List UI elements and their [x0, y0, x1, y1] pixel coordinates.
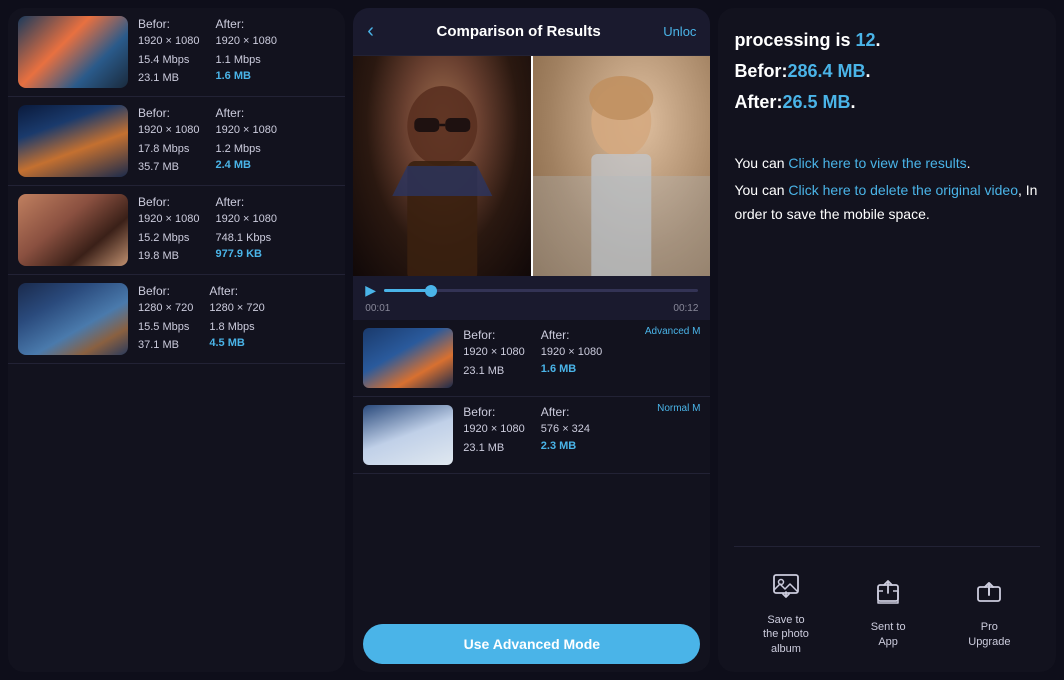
- sent-to-app-button[interactable]: Sent toApp: [866, 570, 910, 649]
- save-photo-label: Save tothe photoalbum: [763, 613, 809, 656]
- preview-left-half: [353, 56, 532, 276]
- view-results-link[interactable]: Click here to view the results: [788, 155, 966, 171]
- play-button[interactable]: ▶: [365, 282, 376, 299]
- after-col-2: After: 1920 × 1080 748.1 Kbps 977.9 KB: [215, 195, 276, 265]
- right-actions: Save tothe photoalbum Sent toApp ProUpgr…: [734, 546, 1040, 656]
- pro-upgrade-icon: [967, 570, 1011, 614]
- comp-before-1: Befor: 1920 × 1080 23.1 MB: [463, 405, 524, 465]
- comp-meta-1: Befor: 1920 × 1080 23.1 MB After: 576 × …: [463, 405, 590, 465]
- before-col-1: Befor: 1920 × 1080 17.8 Mbps 35.7 MB: [138, 106, 199, 176]
- after-col-0: After: 1920 × 1080 1.1 Mbps 1.6 MB: [215, 17, 276, 87]
- delete-video-text: You can Click here to delete the origina…: [734, 179, 1040, 227]
- comparison-item-1[interactable]: Befor: 1920 × 1080 23.1 MB After: 576 × …: [353, 397, 710, 474]
- before-col-0: Befor: 1920 × 1080 15.4 Mbps 23.1 MB: [138, 17, 199, 87]
- after-stat: After:26.5 MB.: [734, 90, 1040, 115]
- progress-track[interactable]: [384, 289, 698, 292]
- use-advanced-button[interactable]: Use Advanced Mode: [363, 624, 700, 664]
- preview-right-half: [532, 56, 711, 276]
- mid-header: ‹ Comparison of Results Unloc: [353, 8, 710, 56]
- video-thumb-1: [18, 105, 128, 177]
- comp-before-0: Befor: 1920 × 1080 23.1 MB: [463, 328, 524, 388]
- right-content: processing is 12. Befor:286.4 MB. After:…: [734, 28, 1040, 530]
- delete-video-link[interactable]: Click here to delete the original video: [788, 182, 1018, 198]
- sent-to-app-label: Sent toApp: [871, 620, 906, 649]
- comparison-list: Befor: 1920 × 1080 23.1 MB After: 1920 ×…: [353, 320, 710, 616]
- comp-mode-label-1: Normal M: [657, 403, 700, 414]
- before-col-2: Befor: 1920 × 1080 15.2 Mbps 19.8 MB: [138, 195, 199, 265]
- comp-mode-label-0: Advanced M: [645, 326, 701, 337]
- middle-panel: ‹ Comparison of Results Unloc: [353, 8, 710, 672]
- unlock-button[interactable]: Unloc: [663, 24, 696, 39]
- video-item-2[interactable]: Befor: 1920 × 1080 15.2 Mbps 19.8 MB Aft…: [8, 186, 345, 275]
- share-icon: [866, 570, 910, 614]
- comparison-item-0[interactable]: Befor: 1920 × 1080 23.1 MB After: 1920 ×…: [353, 320, 710, 397]
- pro-upgrade-label: ProUpgrade: [968, 620, 1010, 649]
- left-panel: Befor: 1920 × 1080 15.4 Mbps 23.1 MB Aft…: [8, 8, 345, 672]
- video-thumb-2: [18, 194, 128, 266]
- back-button[interactable]: ‹: [367, 20, 374, 43]
- after-col-3: After: 1280 × 720 1.8 Mbps 4.5 MB: [209, 284, 264, 354]
- video-preview: [353, 56, 710, 276]
- pro-upgrade-button[interactable]: ProUpgrade: [967, 570, 1011, 649]
- comp-after-1: After: 576 × 324 2.3 MB: [541, 405, 590, 465]
- time-start: 00:01: [365, 303, 390, 314]
- right-panel: processing is 12. Befor:286.4 MB. After:…: [718, 8, 1056, 672]
- video-item-3[interactable]: Befor: 1280 × 720 15.5 Mbps 37.1 MB Afte…: [8, 275, 345, 364]
- progress-fill: [384, 289, 431, 292]
- before-col-3: Befor: 1280 × 720 15.5 Mbps 37.1 MB: [138, 284, 193, 354]
- video-item-1[interactable]: Befor: 1920 × 1080 17.8 Mbps 35.7 MB Aft…: [8, 97, 345, 186]
- comp-meta-0: Befor: 1920 × 1080 23.1 MB After: 1920 ×…: [463, 328, 602, 388]
- video-meta-3: Befor: 1280 × 720 15.5 Mbps 37.1 MB Afte…: [138, 284, 335, 354]
- video-thumb-0: [18, 16, 128, 88]
- comparison-title: Comparison of Results: [384, 23, 653, 40]
- split-divider: [531, 56, 533, 276]
- time-end: 00:12: [673, 303, 698, 314]
- processing-stat: processing is 12.: [734, 28, 1040, 53]
- save-photo-icon: [764, 563, 808, 607]
- play-controls: ▶ 00:01 00:12: [353, 276, 710, 320]
- comp-thumb-1: [363, 405, 453, 465]
- video-meta-0: Befor: 1920 × 1080 15.4 Mbps 23.1 MB Aft…: [138, 17, 335, 87]
- progress-thumb: [425, 285, 437, 297]
- video-meta-1: Befor: 1920 × 1080 17.8 Mbps 35.7 MB Aft…: [138, 106, 335, 176]
- comp-after-0: After: 1920 × 1080 1.6 MB: [541, 328, 602, 388]
- view-results-text: You can Click here to view the results.: [734, 152, 1040, 176]
- video-thumb-3: [18, 283, 128, 355]
- comp-thumb-0: [363, 328, 453, 388]
- after-col-1: After: 1920 × 1080 1.2 Mbps 2.4 MB: [215, 106, 276, 176]
- video-meta-2: Befor: 1920 × 1080 15.2 Mbps 19.8 MB Aft…: [138, 195, 335, 265]
- video-item-0[interactable]: Befor: 1920 × 1080 15.4 Mbps 23.1 MB Aft…: [8, 8, 345, 97]
- save-photo-button[interactable]: Save tothe photoalbum: [763, 563, 809, 656]
- before-stat: Befor:286.4 MB.: [734, 59, 1040, 84]
